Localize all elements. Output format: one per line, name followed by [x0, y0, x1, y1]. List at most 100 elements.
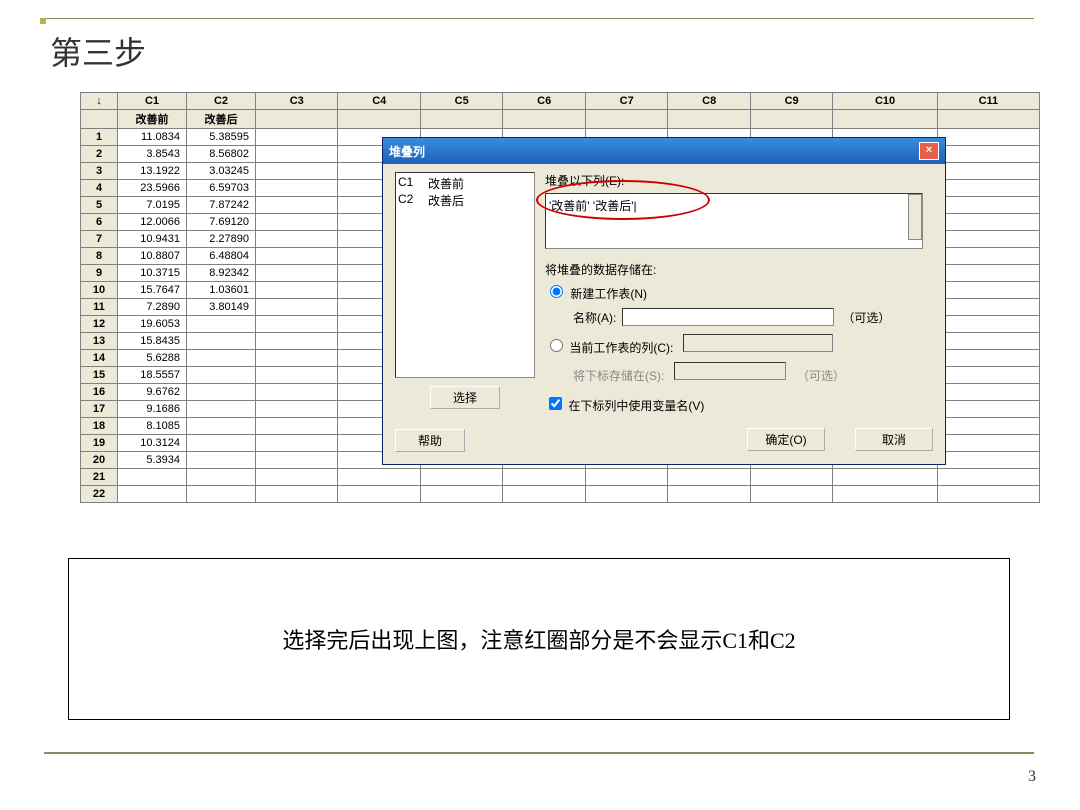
cell[interactable]: 19.6053 [118, 316, 187, 333]
cell[interactable]: 7.0195 [118, 197, 187, 214]
cell[interactable] [937, 384, 1039, 401]
cell[interactable]: 9.6762 [118, 384, 187, 401]
cell[interactable] [833, 486, 937, 503]
cell[interactable] [256, 146, 338, 163]
cell[interactable] [256, 418, 338, 435]
row-header[interactable]: 6 [81, 214, 118, 231]
cell[interactable] [256, 333, 338, 350]
cell[interactable] [338, 486, 420, 503]
cell[interactable] [187, 486, 256, 503]
col-header-c11[interactable]: C11 [937, 93, 1039, 110]
cell[interactable] [187, 333, 256, 350]
row-header[interactable]: 5 [81, 197, 118, 214]
row-header[interactable]: 11 [81, 299, 118, 316]
cell[interactable]: 7.69120 [187, 214, 256, 231]
list-item[interactable]: C1 改善前 [398, 175, 532, 192]
help-button[interactable]: 帮助 [395, 429, 465, 452]
col-header-c3[interactable]: C3 [256, 93, 338, 110]
cell[interactable] [937, 435, 1039, 452]
cell[interactable] [937, 282, 1039, 299]
stack-columns-input[interactable]: '改善前' '改善后'| [545, 193, 923, 249]
cell[interactable]: 18.5557 [118, 367, 187, 384]
cell[interactable] [750, 486, 832, 503]
cell[interactable]: 6.59703 [187, 180, 256, 197]
cell[interactable] [256, 180, 338, 197]
col-header-c4[interactable]: C4 [338, 93, 420, 110]
cell[interactable] [937, 231, 1039, 248]
col-header-c1[interactable]: C1 [118, 93, 187, 110]
cell[interactable] [585, 486, 667, 503]
cell[interactable] [256, 316, 338, 333]
cell[interactable]: 5.3934 [118, 452, 187, 469]
close-icon[interactable]: × [919, 142, 939, 160]
cell[interactable] [937, 367, 1039, 384]
cell[interactable] [937, 265, 1039, 282]
column-list-box[interactable]: C1 改善前 C2 改善后 [395, 172, 535, 378]
cell[interactable] [750, 469, 832, 486]
cell[interactable]: 2.27890 [187, 231, 256, 248]
cell[interactable] [668, 469, 750, 486]
cell[interactable]: 3.8543 [118, 146, 187, 163]
row-header[interactable]: 1 [81, 129, 118, 146]
row-header[interactable]: 12 [81, 316, 118, 333]
col-name-c2[interactable]: 改善后 [187, 110, 256, 129]
arrow-cell[interactable]: ↓ [81, 93, 118, 110]
current-col-input[interactable] [683, 334, 833, 352]
cell[interactable] [256, 299, 338, 316]
list-item[interactable]: C2 改善后 [398, 192, 532, 209]
scrollbar[interactable] [908, 194, 922, 240]
cell[interactable] [420, 486, 502, 503]
cell[interactable]: 8.56802 [187, 146, 256, 163]
cell[interactable] [937, 180, 1039, 197]
cell[interactable]: 15.8435 [118, 333, 187, 350]
select-button[interactable]: 选择 [430, 386, 500, 409]
cell[interactable] [187, 384, 256, 401]
cell[interactable]: 12.0066 [118, 214, 187, 231]
row-header[interactable]: 15 [81, 367, 118, 384]
cell[interactable] [937, 129, 1039, 146]
row-header[interactable]: 20 [81, 452, 118, 469]
row-header[interactable]: 21 [81, 469, 118, 486]
cell[interactable] [937, 316, 1039, 333]
cell[interactable] [937, 146, 1039, 163]
row-header[interactable]: 2 [81, 146, 118, 163]
cell[interactable] [256, 214, 338, 231]
ok-button[interactable]: 确定(O) [747, 428, 825, 451]
cell[interactable] [187, 418, 256, 435]
col-header-c5[interactable]: C5 [420, 93, 502, 110]
cell[interactable] [118, 469, 187, 486]
cell[interactable] [256, 452, 338, 469]
col-header-c9[interactable]: C9 [750, 93, 832, 110]
cell[interactable]: 7.2890 [118, 299, 187, 316]
col-header-c10[interactable]: C10 [833, 93, 937, 110]
col-name-c1[interactable]: 改善前 [118, 110, 187, 129]
col-header-c2[interactable]: C2 [187, 93, 256, 110]
cell[interactable]: 3.80149 [187, 299, 256, 316]
cell[interactable] [937, 248, 1039, 265]
row-header[interactable]: 17 [81, 401, 118, 418]
cell[interactable]: 23.5966 [118, 180, 187, 197]
cell[interactable] [585, 469, 667, 486]
cell[interactable] [937, 350, 1039, 367]
cell[interactable] [256, 248, 338, 265]
cell[interactable] [256, 197, 338, 214]
cell[interactable] [937, 197, 1039, 214]
cell[interactable] [937, 401, 1039, 418]
row-header[interactable]: 13 [81, 333, 118, 350]
cell[interactable] [256, 231, 338, 248]
cell[interactable] [118, 486, 187, 503]
cell[interactable] [256, 401, 338, 418]
cell[interactable]: 9.1686 [118, 401, 187, 418]
cell[interactable]: 5.6288 [118, 350, 187, 367]
cell[interactable]: 5.38595 [187, 129, 256, 146]
cancel-button[interactable]: 取消 [855, 428, 933, 451]
cell[interactable]: 13.1922 [118, 163, 187, 180]
cell[interactable]: 1.03601 [187, 282, 256, 299]
row-header[interactable]: 4 [81, 180, 118, 197]
cell[interactable]: 10.3124 [118, 435, 187, 452]
cell[interactable] [187, 469, 256, 486]
cell[interactable] [937, 418, 1039, 435]
cell[interactable] [256, 129, 338, 146]
cell[interactable]: 6.48804 [187, 248, 256, 265]
use-varname-checkbox[interactable] [549, 397, 562, 410]
